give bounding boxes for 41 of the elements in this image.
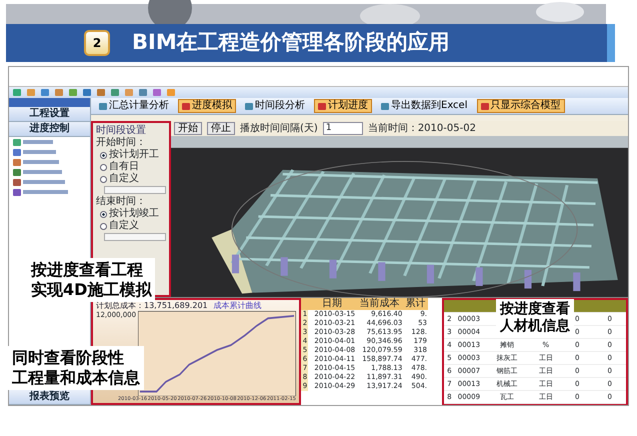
date-field[interactable] [104, 233, 166, 241]
total-cost: 计划总成本：13,751,689.201 [96, 301, 208, 311]
tree-item-bar[interactable] [23, 150, 56, 154]
date-field[interactable] [104, 186, 166, 194]
toolbar-button[interactable]: 时间段分析 [241, 99, 309, 113]
column-header: 累计 [403, 298, 428, 310]
radio-option[interactable]: 按计划开工 [96, 149, 166, 161]
callout-text: 实现4D施工模拟 [31, 280, 152, 300]
chart-title: 成本累计曲线 [214, 301, 262, 311]
radio-option[interactable]: 自定义 [96, 173, 166, 185]
interval-label: 播放时间间隔(天) [240, 122, 318, 134]
sidebar-section[interactable]: 进度控制 [9, 122, 90, 137]
column-header: 日期 [308, 298, 356, 310]
radio-option[interactable]: 自有日 [96, 161, 166, 173]
toolbar-button[interactable]: 只显示综合模型 [476, 99, 564, 113]
callout-text: 工程量和成本信息 [12, 368, 140, 388]
sidebar-section[interactable]: 工程设置 [9, 107, 90, 122]
panel-title: 时间段设置 [96, 125, 147, 136]
toolbar-button[interactable]: 汇总计量分析 [95, 99, 173, 113]
callout-text: 同时查看阶段性 [12, 348, 125, 368]
tree-item-bar[interactable] [23, 190, 68, 194]
current-time: 当前时间：2010-05-02 [368, 122, 476, 134]
group-label: 开始时间： [96, 137, 147, 148]
sidebar-section[interactable]: 报表预览 [9, 390, 90, 405]
toolbar-button[interactable]: 导出数据到Excel [377, 99, 472, 113]
playback-button[interactable]: 开始 [174, 122, 202, 135]
interval-field[interactable]: 1 [322, 122, 363, 135]
callout-text: 按进度查看工程 [31, 260, 144, 280]
tree-item-bar[interactable] [23, 140, 53, 144]
toolbar-button[interactable]: 计划进度 [314, 99, 372, 113]
tree-item-bar[interactable] [23, 170, 62, 174]
playback-button[interactable]: 停止 [207, 122, 235, 135]
tree-item-bar[interactable] [23, 160, 59, 164]
group-label: 结束时间： [96, 196, 147, 208]
number-badge: 2 [84, 30, 110, 56]
slide-title: BIM在工程造价管理各阶段的应用 [132, 30, 450, 56]
column-header: 当前成本 [356, 298, 404, 310]
toolbar-button[interactable]: 进度模拟 [178, 99, 236, 113]
tree-item-bar[interactable] [23, 180, 65, 184]
radio-option[interactable]: 自定义 [96, 220, 166, 232]
radio-option[interactable]: 按计划竣工 [96, 208, 166, 220]
